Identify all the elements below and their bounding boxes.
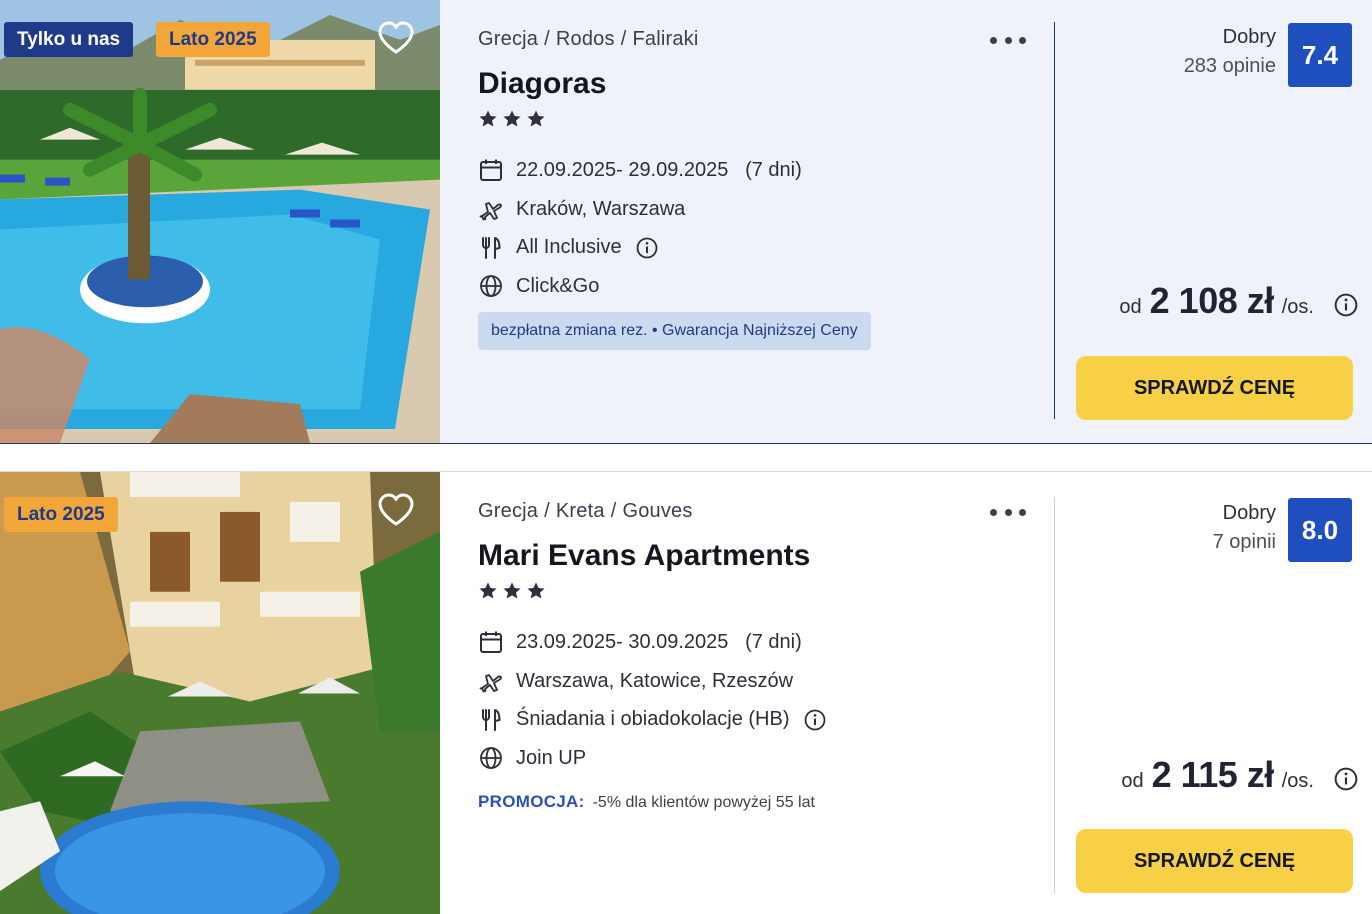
more-options-icon[interactable]	[990, 502, 1026, 522]
departure-airports: Kraków, Warszawa	[478, 190, 1054, 229]
reviews-count[interactable]: 283 opinie	[1184, 55, 1276, 78]
rating-label: Dobry	[1222, 502, 1276, 524]
board-text: Śniadania i obiadokolacje (HB)	[516, 708, 790, 731]
star-rating	[478, 581, 1054, 603]
hotel-photo[interactable]: Tylko u nas Lato 2025	[0, 0, 440, 443]
tour-operator: Join UP	[478, 739, 1054, 778]
duration-text: (7 dni)	[745, 630, 802, 653]
price-unit: /os.	[1281, 770, 1314, 792]
hotel-info: Grecja / Kreta / Gouves Mari Evans Apartment…	[440, 472, 1054, 914]
breadcrumb: Grecja / Kreta / Gouves	[478, 500, 1054, 523]
star-icon	[527, 110, 545, 127]
info-icon[interactable]	[1334, 293, 1358, 317]
price-panel: Dobry 7 opinii 8.0 od 2 115 zł /os. SPRA…	[1055, 472, 1372, 914]
breadcrumb: Grecja / Rodos / Faliraki	[478, 28, 1054, 51]
info-icon[interactable]	[636, 237, 658, 259]
breadcrumb-separator: /	[610, 500, 617, 522]
reviews-count[interactable]: 7 opinii	[1213, 531, 1276, 554]
plane-icon	[478, 668, 504, 694]
breadcrumb-country[interactable]: Grecja	[478, 28, 538, 50]
plane-icon	[478, 196, 504, 222]
price-prefix: od	[1119, 296, 1142, 318]
hotel-photo-image	[0, 472, 440, 914]
trip-dates: 22.09.2025- 29.09.2025 (7 dni)	[478, 151, 1054, 190]
breadcrumb-separator: /	[544, 28, 550, 50]
info-icon[interactable]	[1334, 767, 1358, 791]
price: od 2 115 zł /os.	[1121, 754, 1358, 796]
hotel-name[interactable]: Diagoras	[478, 67, 1054, 101]
rating-label: Dobry	[1222, 26, 1276, 48]
info-icon[interactable]	[804, 709, 826, 731]
price-unit: /os.	[1281, 296, 1314, 318]
hotel-photo-image	[0, 0, 440, 443]
breadcrumb-city[interactable]: Gouves	[622, 500, 692, 522]
favorite-heart-icon[interactable]	[376, 18, 416, 58]
board-type: Śniadania i obiadokolacje (HB)	[478, 700, 1054, 739]
departure-text: Warszawa, Katowice, Rzeszów	[516, 669, 794, 692]
price-panel: Dobry 283 opinie 7.4 od 2 108 zł /os. SP…	[1055, 0, 1372, 443]
promotion-label: PROMOCJA:	[478, 791, 585, 811]
rating-score-badge: 8.0	[1288, 498, 1352, 562]
season-badge: Lato 2025	[156, 22, 270, 57]
breadcrumb-region[interactable]: Kreta	[556, 500, 605, 522]
star-rating	[478, 109, 1054, 131]
operator-text: Join UP	[516, 746, 587, 769]
trip-facts: 23.09.2025- 30.09.2025 (7 dni) Warszawa,…	[478, 623, 1054, 778]
price-amount: 2 115 zł	[1151, 754, 1275, 795]
breadcrumb-separator: /	[544, 500, 550, 522]
globe-icon	[478, 273, 504, 299]
more-options-icon[interactable]	[990, 30, 1026, 50]
check-price-button[interactable]: SPRAWDŹ CENĘ	[1076, 829, 1353, 893]
dates-text: 23.09.2025- 30.09.2025	[516, 630, 729, 653]
trip-facts: 22.09.2025- 29.09.2025 (7 dni) Kraków, W…	[478, 151, 1054, 306]
board-text: All Inclusive	[516, 236, 622, 259]
price: od 2 108 zł /os.	[1119, 280, 1358, 322]
favorite-heart-icon[interactable]	[376, 490, 416, 530]
hotel-name[interactable]: Mari Evans Apartments	[478, 539, 1054, 573]
hotel-card[interactable]: Tylko u nas Lato 2025 Grecja / Rodos / Falir…	[0, 0, 1372, 444]
calendar-icon	[478, 629, 504, 655]
departure-airports: Warszawa, Katowice, Rzeszów	[478, 662, 1054, 701]
breadcrumb-city[interactable]: Faliraki	[632, 28, 698, 50]
hotel-info: Grecja / Rodos / Faliraki Diagoras 22.09.202…	[440, 0, 1054, 443]
breadcrumb-separator: /	[620, 28, 627, 50]
tour-operator: Click&Go	[478, 267, 1054, 306]
hotel-card[interactable]: Lato 2025 Grecja / Kreta / Gouves Mari Evans…	[0, 471, 1372, 914]
star-icon	[503, 582, 521, 599]
breadcrumb-region[interactable]: Rodos	[556, 28, 615, 50]
season-badge: Lato 2025	[4, 497, 118, 532]
rating-summary: Dobry 7 opinii	[1213, 502, 1276, 554]
rating-summary: Dobry 283 opinie	[1184, 26, 1276, 78]
breadcrumb-country[interactable]: Grecja	[478, 500, 538, 522]
calendar-icon	[478, 157, 504, 183]
board-type: All Inclusive	[478, 228, 1054, 267]
promotion-text: -5% dla klientów powyżej 55 lat	[592, 793, 815, 811]
star-icon	[527, 582, 545, 599]
duration-text: (7 dni)	[745, 158, 802, 181]
promotion: PROMOCJA: -5% dla klientów powyżej 55 lat	[478, 792, 1054, 812]
check-price-button[interactable]: SPRAWDŹ CENĘ	[1076, 356, 1353, 420]
star-icon	[479, 582, 497, 599]
cutlery-icon	[478, 707, 504, 733]
star-icon	[479, 110, 497, 127]
hotel-photo[interactable]: Lato 2025	[0, 472, 440, 914]
price-amount: 2 108 zł	[1149, 280, 1275, 321]
departure-text: Kraków, Warszawa	[516, 197, 686, 220]
cutlery-icon	[478, 235, 504, 261]
price-prefix: od	[1121, 770, 1144, 792]
operator-text: Click&Go	[516, 274, 600, 297]
globe-icon	[478, 745, 504, 771]
star-icon	[503, 110, 521, 127]
exclusive-badge: Tylko u nas	[4, 22, 134, 57]
benefits-tag: bezpłatna zmiana rez. • Gwarancja Najniż…	[478, 311, 871, 350]
trip-dates: 23.09.2025- 30.09.2025 (7 dni)	[478, 623, 1054, 662]
dates-text: 22.09.2025- 29.09.2025	[516, 158, 729, 181]
rating-score-badge: 7.4	[1288, 23, 1352, 87]
